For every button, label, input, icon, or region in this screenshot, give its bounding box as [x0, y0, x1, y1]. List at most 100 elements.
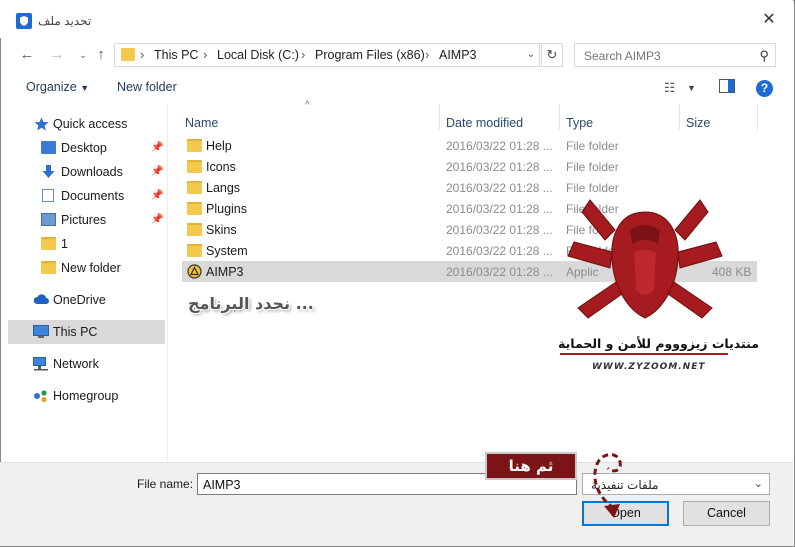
- sidebar-item-this-pc[interactable]: This PC: [8, 320, 165, 344]
- sidebar-item-label: 1: [61, 237, 68, 251]
- file-date: 2016/03/22 01:28 ...: [446, 139, 553, 153]
- close-icon[interactable]: ✕: [759, 10, 779, 30]
- column-divider[interactable]: [439, 104, 440, 130]
- sidebar-item-documents[interactable]: Documents 📌: [8, 184, 165, 208]
- sidebar-item-pictures[interactable]: Pictures 📌: [8, 208, 165, 232]
- folder-icon: [187, 223, 202, 236]
- search-box[interactable]: ⚲: [574, 43, 776, 67]
- breadcrumb-aimp3[interactable]: AIMP3: [439, 48, 477, 62]
- folder-icon: [187, 202, 202, 215]
- column-header-name[interactable]: Name: [185, 116, 218, 130]
- file-name: Langs: [206, 181, 241, 195]
- homegroup-icon: [33, 389, 48, 403]
- chevron-down-icon: ⌄: [753, 478, 763, 490]
- column-divider[interactable]: [757, 104, 758, 130]
- column-header-size[interactable]: Size: [686, 116, 710, 130]
- pin-icon[interactable]: 📌: [151, 214, 163, 225]
- file-name: System: [206, 244, 248, 258]
- address-dropdown-icon[interactable]: ⌄: [522, 44, 540, 66]
- sidebar-item-desktop[interactable]: Desktop 📌: [8, 136, 165, 160]
- back-arrow-icon[interactable]: ←: [16, 44, 38, 66]
- shield-icon: [16, 13, 32, 29]
- organize-label: Organize: [26, 80, 77, 94]
- chevron-right-icon[interactable]: ›: [301, 47, 305, 62]
- view-options-icon[interactable]: ☷: [664, 80, 675, 95]
- chevron-right-icon[interactable]: ›: [203, 47, 207, 62]
- sidebar-item-label: Documents: [61, 189, 125, 203]
- sidebar-item-label: Pictures: [61, 213, 107, 227]
- file-row-help[interactable]: Help 2016/03/22 01:28 ... File folder: [182, 135, 757, 156]
- star-icon: [34, 117, 49, 131]
- command-bar: Organize ▼ New folder ☷ ▼: [0, 74, 793, 104]
- search-icon[interactable]: ⚲: [759, 48, 769, 64]
- chevron-right-icon[interactable]: ›: [140, 47, 144, 62]
- sidebar-item-new-folder[interactable]: New folder: [8, 256, 165, 280]
- navigation-pane: Quick access Desktop 📌 Downloads 📌 Docum…: [8, 108, 165, 458]
- file-date: 2016/03/22 01:28 ...: [446, 160, 553, 174]
- file-row-icons[interactable]: Icons 2016/03/22 01:28 ... File folder: [182, 156, 757, 177]
- computer-icon: [33, 325, 49, 338]
- sidebar-item-label: Network: [53, 357, 99, 371]
- cancel-button[interactable]: Cancel: [683, 501, 770, 526]
- file-date: 2016/03/22 01:28 ...: [446, 265, 553, 279]
- refresh-icon[interactable]: ↻: [541, 43, 563, 67]
- file-name: Icons: [206, 160, 236, 174]
- sidebar-item-label: Quick access: [53, 117, 128, 131]
- pin-icon[interactable]: 📌: [151, 190, 163, 201]
- pin-icon[interactable]: 📌: [151, 166, 163, 177]
- column-divider[interactable]: [679, 104, 680, 130]
- folder-icon: [41, 237, 56, 250]
- forward-arrow-icon[interactable]: →: [46, 44, 68, 66]
- sidebar-item-downloads[interactable]: Downloads 📌: [8, 160, 165, 184]
- folder-icon: [187, 244, 202, 257]
- sort-ascending-icon: ^: [305, 100, 310, 111]
- title-bar: تحديد ملف ✕: [0, 0, 793, 38]
- file-name: Plugins: [206, 202, 247, 216]
- breadcrumb-program-files[interactable]: Program Files (x86): [315, 48, 425, 62]
- folder-icon: [187, 160, 202, 173]
- file-name: Skins: [206, 223, 237, 237]
- divider-line: [560, 353, 728, 355]
- breadcrumb-local-disk[interactable]: Local Disk (C:): [217, 48, 299, 62]
- column-header-type[interactable]: Type: [566, 116, 593, 130]
- file-type: File folder: [566, 160, 619, 174]
- help-icon[interactable]: ?: [756, 80, 773, 97]
- sidebar-item-label: Desktop: [61, 141, 107, 155]
- sidebar-item-label: Homegroup: [53, 389, 119, 403]
- network-icon: [33, 357, 48, 371]
- curved-arrow-icon: [593, 453, 622, 518]
- instruction-select-program: نحدد البرنامج ...: [188, 294, 314, 313]
- sidebar-item-folder-1[interactable]: 1: [8, 232, 165, 256]
- sidebar-item-quick-access[interactable]: Quick access: [8, 112, 165, 136]
- address-bar[interactable]: › This PC › Local Disk (C:) › Program Fi…: [114, 43, 540, 67]
- download-icon: [41, 165, 56, 178]
- filename-label: File name:: [137, 477, 194, 491]
- instruction-then-here: ثم هنا: [508, 457, 554, 475]
- sidebar-item-label: OneDrive: [53, 293, 106, 307]
- forum-name-text: منتديات زيزوووم للأمن و الحماية: [558, 336, 759, 351]
- view-dropdown-icon[interactable]: ▼: [687, 83, 696, 93]
- file-date: 2016/03/22 01:28 ...: [446, 181, 553, 195]
- chevron-right-icon[interactable]: ›: [425, 47, 429, 62]
- sidebar-item-homegroup[interactable]: Homegroup: [8, 384, 165, 408]
- breadcrumb-this-pc[interactable]: This PC: [154, 48, 198, 62]
- folder-icon: [187, 181, 202, 194]
- sidebar-item-network[interactable]: Network: [8, 352, 165, 376]
- sidebar-item-label: New folder: [61, 261, 121, 275]
- column-header-date[interactable]: Date modified: [446, 116, 523, 130]
- sidebar-item-onedrive[interactable]: OneDrive: [8, 288, 165, 312]
- pictures-icon: [41, 213, 56, 226]
- column-divider[interactable]: [559, 104, 560, 130]
- cloud-icon: [33, 293, 49, 306]
- organize-button[interactable]: Organize ▼: [26, 80, 89, 94]
- folder-icon: [187, 139, 202, 152]
- new-folder-button[interactable]: New folder: [117, 80, 177, 94]
- preview-pane-icon[interactable]: [719, 79, 735, 96]
- window-title: تحديد ملف: [38, 14, 92, 28]
- up-arrow-icon[interactable]: ↑: [90, 44, 112, 66]
- aimp-icon: [187, 264, 202, 279]
- instruction-banner: ثم هنا: [485, 452, 577, 480]
- pin-icon[interactable]: 📌: [151, 142, 163, 153]
- sidebar-item-label: Downloads: [61, 165, 123, 179]
- search-input[interactable]: [582, 47, 752, 64]
